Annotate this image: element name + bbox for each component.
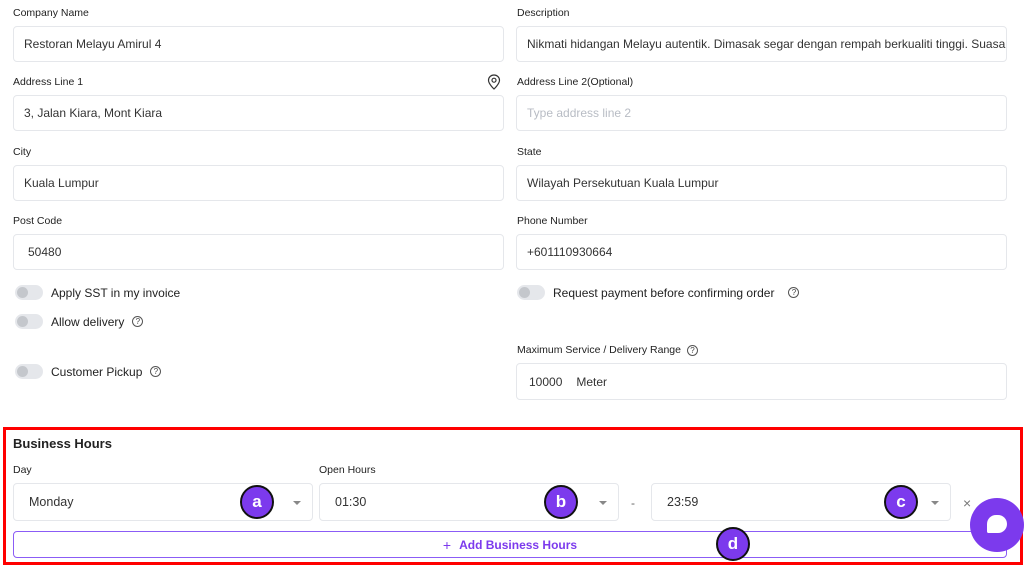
delivery-range-value: 10000: [529, 374, 563, 389]
city-label: City: [13, 146, 32, 158]
postcode-label: Post Code: [13, 215, 63, 227]
annotation-badge-b: b: [544, 485, 578, 519]
description-label: Description: [517, 7, 570, 19]
add-business-hours-label: Add Business Hours: [459, 537, 578, 552]
pickup-toggle-row: Customer Pickup ?: [15, 364, 162, 379]
delivery-range-label: Maximum Service / Delivery Range: [517, 344, 681, 356]
chevron-down-icon: [599, 501, 607, 505]
phone-number-label: Phone Number: [517, 215, 588, 227]
state-select[interactable]: Wilayah Persekutuan Kuala Lumpur: [516, 165, 1007, 201]
postcode-input[interactable]: 50480: [13, 234, 504, 270]
delivery-toggle-label: Allow delivery: [51, 314, 125, 329]
help-icon[interactable]: ?: [788, 287, 800, 298]
city-input[interactable]: Kuala Lumpur: [13, 165, 504, 201]
close-time-value: 23:59: [667, 495, 699, 509]
remove-hours-icon[interactable]: ×: [963, 495, 971, 511]
sst-toggle-label: Apply SST in my invoice: [51, 285, 181, 300]
chevron-down-icon: [931, 501, 939, 505]
help-icon[interactable]: ?: [132, 316, 144, 327]
company-name-input[interactable]: Restoran Melayu Amirul 4: [13, 26, 504, 62]
pickup-toggle-label: Customer Pickup: [51, 364, 143, 379]
sst-toggle-row: Apply SST in my invoice: [15, 285, 180, 300]
chevron-down-icon: [293, 501, 301, 505]
business-hours-title: Business Hours: [13, 436, 112, 451]
address-line-1-label: Address Line 1: [13, 76, 84, 88]
phone-number-input[interactable]: +601110930664: [516, 234, 1007, 270]
delivery-range-unit: Meter: [576, 374, 608, 389]
request-payment-toggle[interactable]: [517, 285, 545, 300]
delivery-range-input[interactable]: 10000 Meter: [516, 363, 1007, 400]
annotation-badge-c: c: [884, 485, 918, 519]
day-select-value: Monday: [29, 495, 74, 509]
help-icon[interactable]: ?: [686, 344, 698, 356]
request-payment-toggle-label: Request payment before confirming order: [553, 285, 775, 300]
address-line-2-label: Address Line 2(Optional): [517, 76, 634, 88]
sst-toggle[interactable]: [15, 285, 43, 300]
help-icon[interactable]: ?: [150, 366, 162, 377]
location-pin-icon[interactable]: [487, 74, 501, 90]
request-payment-toggle-row: Request payment before confirming order …: [517, 285, 800, 300]
plus-icon: +: [442, 536, 452, 553]
delivery-toggle-row: Allow delivery ?: [15, 314, 144, 329]
state-label: State: [517, 146, 542, 158]
description-input[interactable]: Nikmati hidangan Melayu autentik. Dimasa…: [516, 26, 1007, 62]
annotation-badge-d: d: [716, 527, 750, 561]
address-line-2-input[interactable]: Type address line 2: [516, 95, 1007, 131]
annotation-badge-a: a: [240, 485, 274, 519]
open-time-value: 01:30: [335, 495, 367, 509]
time-range-dash: -: [631, 496, 635, 510]
delivery-toggle[interactable]: [15, 314, 43, 329]
pickup-toggle[interactable]: [15, 364, 43, 379]
day-label: Day: [13, 464, 32, 476]
company-name-label: Company Name: [13, 7, 89, 19]
address-line-1-input[interactable]: 3, Jalan Kiara, Mont Kiara: [13, 95, 504, 131]
add-business-hours-button[interactable]: + Add Business Hours: [13, 531, 1007, 558]
delivery-range-label-row: Maximum Service / Delivery Range ?: [517, 344, 698, 356]
open-hours-label: Open Hours: [319, 464, 376, 476]
chat-launcher-button[interactable]: [970, 498, 1024, 552]
